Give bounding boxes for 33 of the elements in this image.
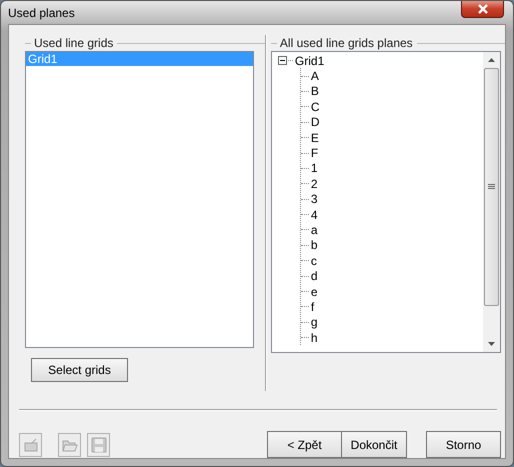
grip-icon [488,184,495,190]
tree-item[interactable]: e [310,284,318,299]
tree-item[interactable]: B [310,84,319,98]
cancel-button[interactable]: Storno [426,431,501,458]
close-button[interactable] [461,1,504,18]
tree-item[interactable]: h [310,330,318,345]
tree-item[interactable]: c [310,254,317,268]
tree-item[interactable]: 1 [310,161,318,176]
group-title: All used line grids planes [270,35,505,51]
tree-item[interactable]: E [310,130,319,145]
tree-item[interactable]: d [310,269,318,284]
scroll-down-icon[interactable] [488,342,495,346]
collapse-icon[interactable] [278,56,287,66]
tree-item[interactable]: A [310,69,319,84]
select-grids-button[interactable]: Select grids [31,358,128,382]
tree-item[interactable]: F [310,146,318,160]
tree-item[interactable]: Grid1 [294,54,324,68]
tree-item[interactable]: a [310,222,318,237]
tree-item[interactable]: 4 [310,208,318,222]
tree-item[interactable]: g [310,315,318,330]
group-title: Used line grids [25,35,265,51]
scroll-up-icon[interactable] [488,58,495,62]
tree-item[interactable]: C [310,100,320,114]
finish-button[interactable]: Dokončit [341,431,407,458]
tree-item[interactable]: 3 [310,192,318,206]
tree-item[interactable]: 2 [310,176,318,191]
window-title: Used planes [8,6,75,20]
close-icon [476,4,488,14]
tree-item[interactable]: D [310,115,320,130]
scrollbar[interactable] [482,52,500,352]
tree-item[interactable]: f [310,300,314,314]
tree-item[interactable]: b [310,238,318,252]
back-button[interactable]: < Zpět [267,431,342,458]
